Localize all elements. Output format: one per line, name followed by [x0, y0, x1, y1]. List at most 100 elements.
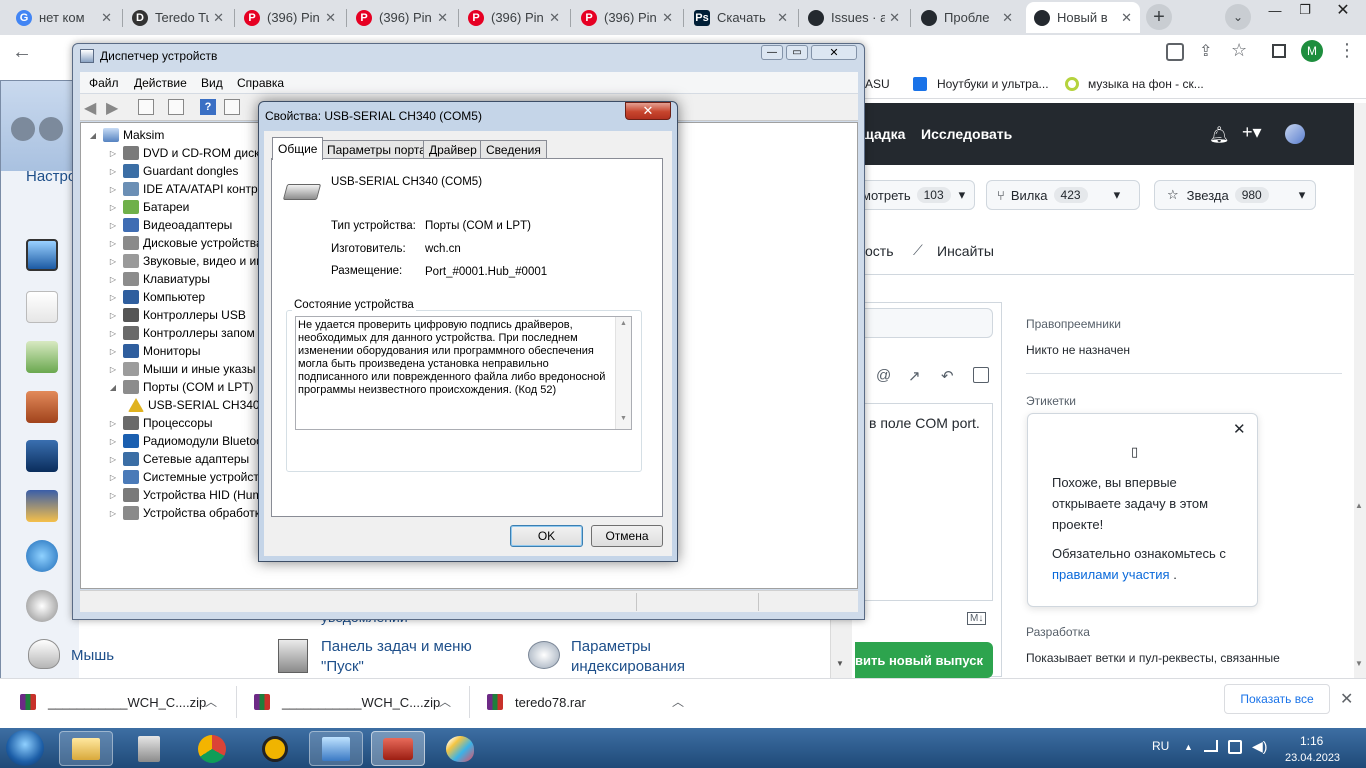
- browser-tab-7[interactable]: Ps Скачать ✕: [686, 2, 796, 33]
- browser-tab-9[interactable]: Пробле ✕: [913, 2, 1021, 33]
- dm-minimize-button[interactable]: —: [761, 45, 783, 60]
- tree-category[interactable]: ▷ DVD и CD-ROM дисков: [108, 144, 273, 162]
- expand-icon[interactable]: ▷: [108, 167, 118, 176]
- dm-maximize-button[interactable]: ▭: [786, 45, 808, 60]
- side-panel-icon[interactable]: [1272, 44, 1286, 58]
- tree-category[interactable]: ▷ Радиомодули Bluetoo: [108, 432, 263, 450]
- tree-category[interactable]: ▷ Контроллеры запом: [108, 324, 255, 342]
- network-signal-icon[interactable]: [1204, 740, 1218, 752]
- start-button[interactable]: [6, 730, 44, 766]
- browser-tab-5[interactable]: P (396) Pin ✕: [460, 2, 568, 33]
- tree-category[interactable]: ▷ Мониторы: [108, 342, 200, 360]
- comment-textarea[interactable]: [855, 403, 993, 601]
- browser-tab-2[interactable]: D Teredo Tu ✕: [124, 2, 232, 33]
- browser-tab-1[interactable]: Gнет ком ✕: [8, 2, 120, 33]
- development-title[interactable]: Разработка: [1026, 625, 1090, 639]
- expand-icon[interactable]: ▷: [108, 221, 118, 230]
- forward-icon[interactable]: [39, 117, 63, 141]
- tree-category[interactable]: ▷ Компьютер: [108, 288, 205, 306]
- cp-item-taskbar[interactable]: Панель задач и меню "Пуск": [321, 637, 511, 677]
- browser-menu-icon[interactable]: ⋮: [1338, 40, 1356, 61]
- scroll-down-icon[interactable]: ▼: [1355, 659, 1363, 668]
- browser-tab-6[interactable]: P (396) Pin ✕: [573, 2, 681, 33]
- menu-file[interactable]: Файл: [89, 76, 119, 90]
- expand-icon[interactable]: ▷: [108, 329, 118, 338]
- bookmark-asu[interactable]: ASU: [865, 77, 890, 91]
- share-icon[interactable]: ⇪: [1199, 41, 1212, 61]
- chevron-down-icon[interactable]: ▾: [1299, 187, 1306, 203]
- explorer-taskbar-icon[interactable]: [59, 731, 113, 766]
- battery-icon[interactable]: [1228, 740, 1242, 754]
- tree-category[interactable]: ▷ Устройства HID (Hum: [108, 486, 262, 504]
- status-scrollbar[interactable]: ▲ ▼: [615, 317, 631, 429]
- expand-icon[interactable]: ▷: [108, 347, 118, 356]
- tree-category[interactable]: ▷ Устройства обработк: [108, 504, 260, 522]
- tree-category[interactable]: ▷ Мыши и иные указы: [108, 360, 255, 378]
- expand-icon[interactable]: ▷: [108, 365, 118, 374]
- back-icon[interactable]: [11, 117, 35, 141]
- star-button[interactable]: ☆ Звезда 980 ▾: [1154, 180, 1316, 210]
- download-item-2[interactable]: ___________WCH_C....zip: [254, 692, 440, 712]
- device-manager-taskbar-icon[interactable]: [371, 731, 425, 766]
- chrome-taskbar-icon[interactable]: [185, 731, 239, 766]
- tree-category[interactable]: ▷ Звуковые, видео и иг: [108, 252, 261, 270]
- tree-category[interactable]: ▷ Сетевые адаптеры: [108, 450, 249, 468]
- maximize-window-button[interactable]: ❐: [1290, 0, 1320, 20]
- scroll-up-icon[interactable]: ▲: [620, 320, 627, 327]
- download-item-1[interactable]: ___________WCH_C....zip: [20, 692, 206, 712]
- close-tab-icon[interactable]: ✕: [549, 10, 560, 26]
- user-avatar[interactable]: [1285, 124, 1305, 144]
- tab-general[interactable]: Общие: [272, 137, 324, 160]
- close-tab-icon[interactable]: ✕: [889, 10, 900, 26]
- slash-icon[interactable]: [973, 367, 989, 383]
- close-tab-icon[interactable]: ✕: [213, 10, 224, 26]
- labels-title[interactable]: Этикетки: [1026, 394, 1076, 408]
- title-input[interactable]: [855, 308, 993, 338]
- expand-icon[interactable]: ▷: [108, 311, 118, 320]
- tree-category[interactable]: ▷ Дисковые устройства: [108, 234, 263, 252]
- dm-close-button[interactable]: ✕: [811, 45, 857, 60]
- fork-button[interactable]: ⑂ Вилка 423 ▾: [986, 180, 1140, 210]
- forward-arrow-icon[interactable]: ▶: [106, 98, 118, 118]
- watch-button[interactable]: мотреть 103 ▾: [855, 180, 975, 210]
- properties-icon[interactable]: [138, 99, 154, 115]
- expand-icon[interactable]: ▷: [108, 203, 118, 212]
- expand-icon[interactable]: ▷: [108, 491, 118, 500]
- close-tab-icon[interactable]: ✕: [1121, 10, 1132, 26]
- close-tab-icon[interactable]: ✕: [1002, 10, 1013, 26]
- tray-expand-icon[interactable]: ▲: [1184, 742, 1193, 752]
- expand-icon[interactable]: ▷: [108, 473, 118, 482]
- menu-action[interactable]: Действие: [134, 76, 187, 90]
- calculator-taskbar-icon[interactable]: [122, 731, 176, 766]
- menu-view[interactable]: Вид: [201, 76, 223, 90]
- github-nav-marketplace[interactable]: щадка: [862, 126, 905, 142]
- show-all-button[interactable]: Показать все: [1224, 684, 1330, 714]
- clock-time[interactable]: 1:16: [1300, 734, 1323, 748]
- back-arrow-icon[interactable]: ←: [12, 41, 32, 64]
- tree-category[interactable]: ▷ Системные устройст: [108, 468, 259, 486]
- translate-icon[interactable]: [1166, 43, 1184, 61]
- scroll-down-icon[interactable]: ▼: [620, 415, 627, 422]
- volume-icon[interactable]: ◀): [1252, 738, 1267, 755]
- help-icon[interactable]: ?: [200, 99, 216, 115]
- app-taskbar-icon[interactable]: [248, 731, 302, 766]
- plus-icon[interactable]: +▾: [1242, 122, 1262, 143]
- close-tab-icon[interactable]: ✕: [101, 10, 112, 26]
- expand-icon[interactable]: ▷: [108, 239, 118, 248]
- close-tab-icon[interactable]: ✕: [437, 10, 448, 26]
- tab-insights[interactable]: Инсайты: [937, 243, 994, 259]
- close-icon[interactable]: ✕: [1233, 420, 1246, 438]
- assignees-title[interactable]: Правопреемники: [1026, 317, 1121, 331]
- language-indicator[interactable]: RU: [1152, 739, 1169, 753]
- expand-icon[interactable]: ▷: [108, 455, 118, 464]
- expand-icon[interactable]: ▷: [108, 257, 118, 266]
- browser-tab-3[interactable]: P (396) Pin ✕: [236, 2, 344, 33]
- reply-icon[interactable]: ↶: [941, 367, 954, 385]
- paint-taskbar-icon[interactable]: [433, 731, 487, 766]
- github-nav-explore[interactable]: Исследовать: [921, 126, 1012, 142]
- chevron-down-icon[interactable]: ▾: [1114, 187, 1121, 203]
- chevron-up-icon[interactable]: ︿: [205, 693, 217, 710]
- expand-icon[interactable]: ▷: [108, 293, 118, 302]
- close-tab-icon[interactable]: ✕: [777, 10, 788, 26]
- grid-icon[interactable]: [224, 99, 240, 115]
